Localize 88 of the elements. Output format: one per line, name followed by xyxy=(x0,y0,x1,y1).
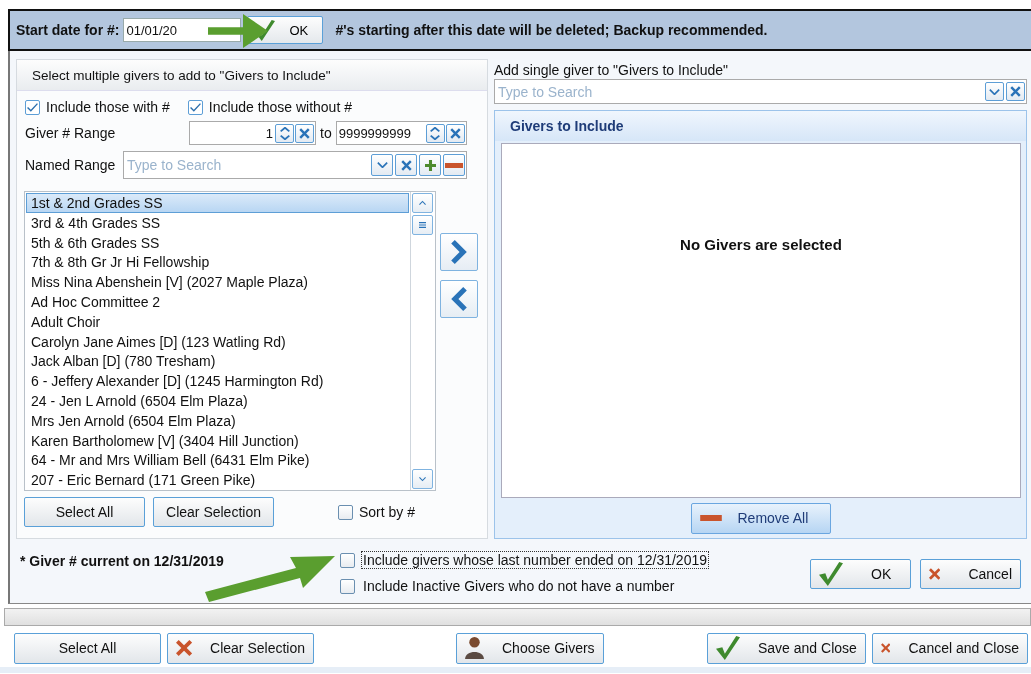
range-label: Giver # Range xyxy=(25,125,117,141)
named-range-label: Named Range xyxy=(25,157,117,173)
chevron-up-icon xyxy=(419,200,426,206)
add-to-include-button[interactable] xyxy=(440,233,478,271)
list-item[interactable]: 207 - Eric Bernard (171 Green Pike) xyxy=(26,470,409,490)
checkbox-label: Include those with # xyxy=(46,99,170,115)
chevron-down-icon xyxy=(376,162,388,168)
check-icon xyxy=(819,562,843,586)
checkbox[interactable] xyxy=(338,504,353,520)
cross-icon xyxy=(176,639,193,657)
minus-icon xyxy=(699,515,722,521)
start-date-label: Start date for #: xyxy=(16,22,120,38)
remove-from-include-button[interactable] xyxy=(440,280,478,318)
close-icon xyxy=(449,127,461,139)
chevron-down-icon xyxy=(989,88,1000,95)
close-icon xyxy=(400,159,412,171)
check-icon xyxy=(189,102,201,112)
clear-button[interactable] xyxy=(295,123,314,143)
search-field[interactable]: Type to Search xyxy=(124,156,370,174)
list-item[interactable]: 1st & 2nd Grades SS xyxy=(26,193,409,213)
checkbox-label: Include givers whose last number ended on 12/31/2019 xyxy=(361,551,709,569)
grip-icon xyxy=(419,221,426,229)
ok-button[interactable]: OK xyxy=(810,559,911,589)
list-item[interactable]: 24 - Jen L Arnold (6504 Elm Plaza) xyxy=(26,390,409,411)
clear-selection-button[interactable]: Clear Selection xyxy=(153,497,274,527)
list-item[interactable]: 5th & 6th Grades SS xyxy=(26,232,409,253)
list-item[interactable]: Karen Bartholomew [V] (3404 Hill Junction) xyxy=(26,430,409,451)
dropdown-button[interactable] xyxy=(985,82,1004,101)
close-icon xyxy=(299,127,310,139)
person-icon xyxy=(465,637,484,659)
checkbox[interactable] xyxy=(340,552,355,568)
spin-button[interactable] xyxy=(425,123,445,143)
cancel-button[interactable]: Cancel xyxy=(920,559,1021,589)
list-item[interactable]: 3rd & 4th Grades SS xyxy=(26,212,409,233)
panel-title: Givers to Include xyxy=(495,111,1026,141)
spin-button[interactable] xyxy=(275,123,294,143)
warning-note: #'s starting after this date will be deleted; Backup recommended. xyxy=(335,22,768,38)
checkbox-label: Sort by # xyxy=(359,504,416,520)
list-item[interactable]: Adult Choir xyxy=(26,311,409,332)
action-button[interactable]: Clear Selection xyxy=(167,632,314,664)
search-bar[interactable]: Type to Search xyxy=(123,151,467,179)
scroll-thumb[interactable] xyxy=(412,215,433,235)
arrow-icon xyxy=(208,14,268,48)
chevron-down-icon xyxy=(419,476,426,482)
single-giver-label: Add single giver to "Givers to Include" xyxy=(494,61,730,79)
list-item[interactable]: 6 - Jeffery Alexander [D] (1245 Harmington Rd) xyxy=(26,371,409,391)
to-label: to xyxy=(320,125,332,141)
list-item[interactable]: Ad Hoc Committee 2 xyxy=(26,292,409,312)
list-item[interactable]: Mrs Jen Arnold (6504 Elm Plaza) xyxy=(26,410,409,431)
action-button[interactable]: Select All xyxy=(14,632,161,664)
search-field[interactable]: Type to Search xyxy=(495,82,984,101)
list-item[interactable]: Jack Alban [D] (780 Tresham) xyxy=(26,351,409,372)
check-icon xyxy=(27,102,38,112)
select-all-button[interactable]: Select All xyxy=(24,497,145,527)
chevron-left-icon xyxy=(451,287,467,311)
action-button[interactable]: Save and Close xyxy=(707,632,866,664)
checkbox[interactable] xyxy=(187,99,203,115)
list-item[interactable]: 7th & 8th Gr Jr Hi Fellowship xyxy=(26,252,409,273)
search-bar[interactable]: Type to Search xyxy=(494,79,1027,104)
checkbox-label: Include those without # xyxy=(208,99,352,115)
current-date-note: * Giver # current on 12/31/2019 xyxy=(20,552,224,571)
chevron-right-icon xyxy=(451,240,467,264)
action-button[interactable]: Cancel and Close xyxy=(872,632,1028,664)
clear-button[interactable] xyxy=(1006,82,1025,101)
empty-message: No Givers are selected xyxy=(680,236,842,254)
spin-arrows-icon xyxy=(278,126,291,140)
remove-button[interactable] xyxy=(443,154,465,176)
date-field[interactable]: 01/01/20 xyxy=(123,18,242,42)
check-icon xyxy=(716,636,740,660)
list-item[interactable]: Carolyn Jane Aimes [D] (123 Watling Rd) xyxy=(26,331,409,352)
cross-icon xyxy=(929,565,941,583)
dropdown-button[interactable] xyxy=(371,154,393,176)
checkbox[interactable] xyxy=(340,578,355,594)
minus-icon xyxy=(445,162,463,168)
remove-all-button[interactable]: Remove All xyxy=(690,502,831,534)
action-button[interactable]: Choose Givers xyxy=(456,632,604,664)
checkbox-label: Include Inactive Givers who do not have a number xyxy=(362,577,676,595)
list-item[interactable]: 64 - Mr and Mrs William Bell (6431 Elm Pike) xyxy=(26,450,409,471)
clear-button[interactable] xyxy=(395,154,417,176)
checkbox[interactable] xyxy=(25,99,40,115)
plus-icon xyxy=(424,159,436,171)
clear-button[interactable] xyxy=(445,123,465,143)
add-button[interactable] xyxy=(419,154,441,176)
range-to-field[interactable]: 9999999999 xyxy=(335,121,467,145)
spin-arrows-icon xyxy=(429,126,442,140)
range-from-field[interactable]: 1 xyxy=(189,121,316,145)
close-icon xyxy=(1010,86,1021,97)
list-item[interactable]: Miss Nina Abenshein [V] (2027 Maple Plaza) xyxy=(26,272,409,292)
